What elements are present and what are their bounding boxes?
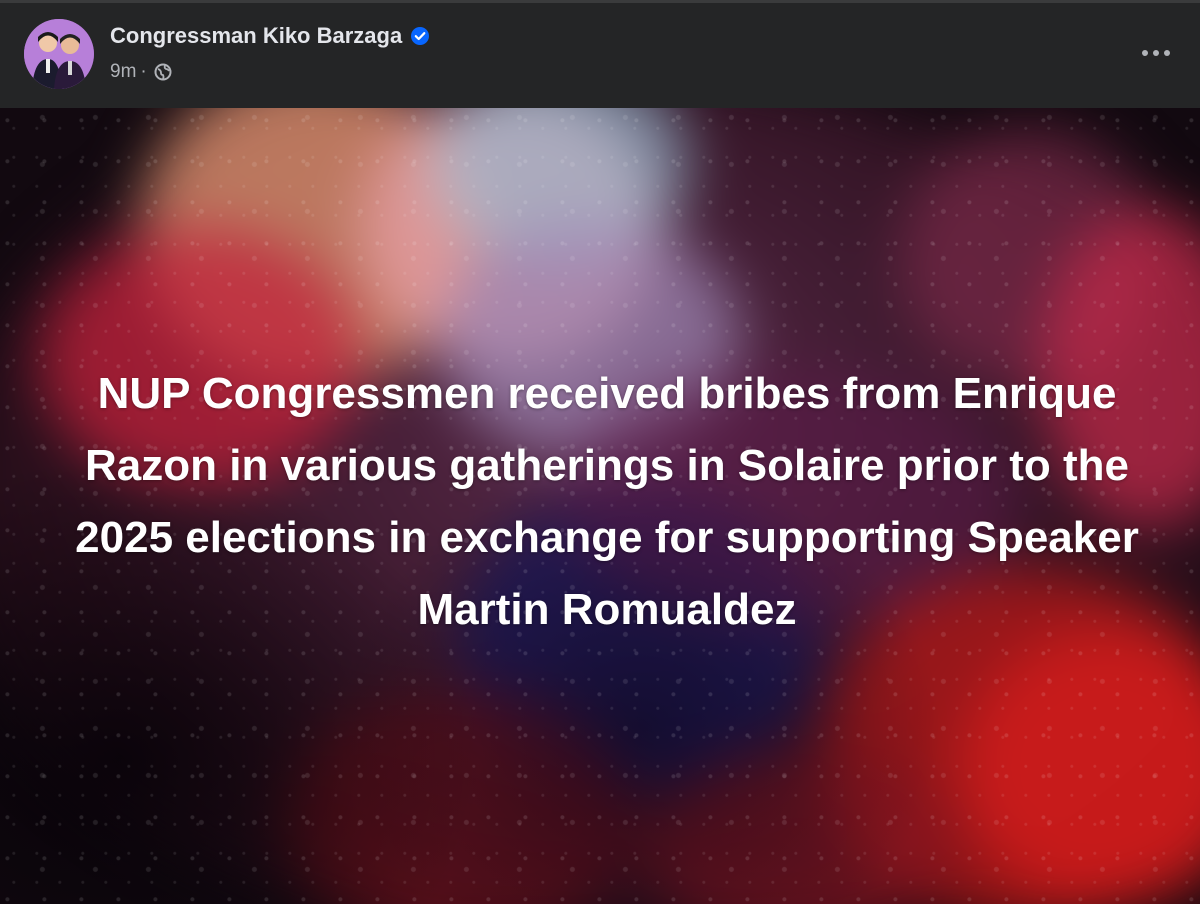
author-name[interactable]: Congressman Kiko Barzaga xyxy=(110,23,402,49)
post-meta: 9m · xyxy=(110,61,173,83)
meta-separator: · xyxy=(140,61,147,82)
globe-icon[interactable] xyxy=(153,62,173,82)
more-options-button[interactable] xyxy=(1134,35,1178,71)
author-line: Congressman Kiko Barzaga xyxy=(110,23,430,49)
post-background-image[interactable]: NUP Congressmen received bribes from Enr… xyxy=(0,108,1200,904)
avatar-image xyxy=(24,19,94,89)
post-body-text: NUP Congressmen received bribes from Enr… xyxy=(75,369,1139,634)
post-timestamp[interactable]: 9m xyxy=(110,61,136,83)
verified-badge-icon xyxy=(410,26,430,46)
author-avatar[interactable] xyxy=(24,19,94,89)
facebook-post: Congressman Kiko Barzaga 9m · NUP Congre… xyxy=(0,0,1200,904)
more-options-icon xyxy=(1142,50,1170,56)
post-header: Congressman Kiko Barzaga 9m · xyxy=(0,0,1200,108)
